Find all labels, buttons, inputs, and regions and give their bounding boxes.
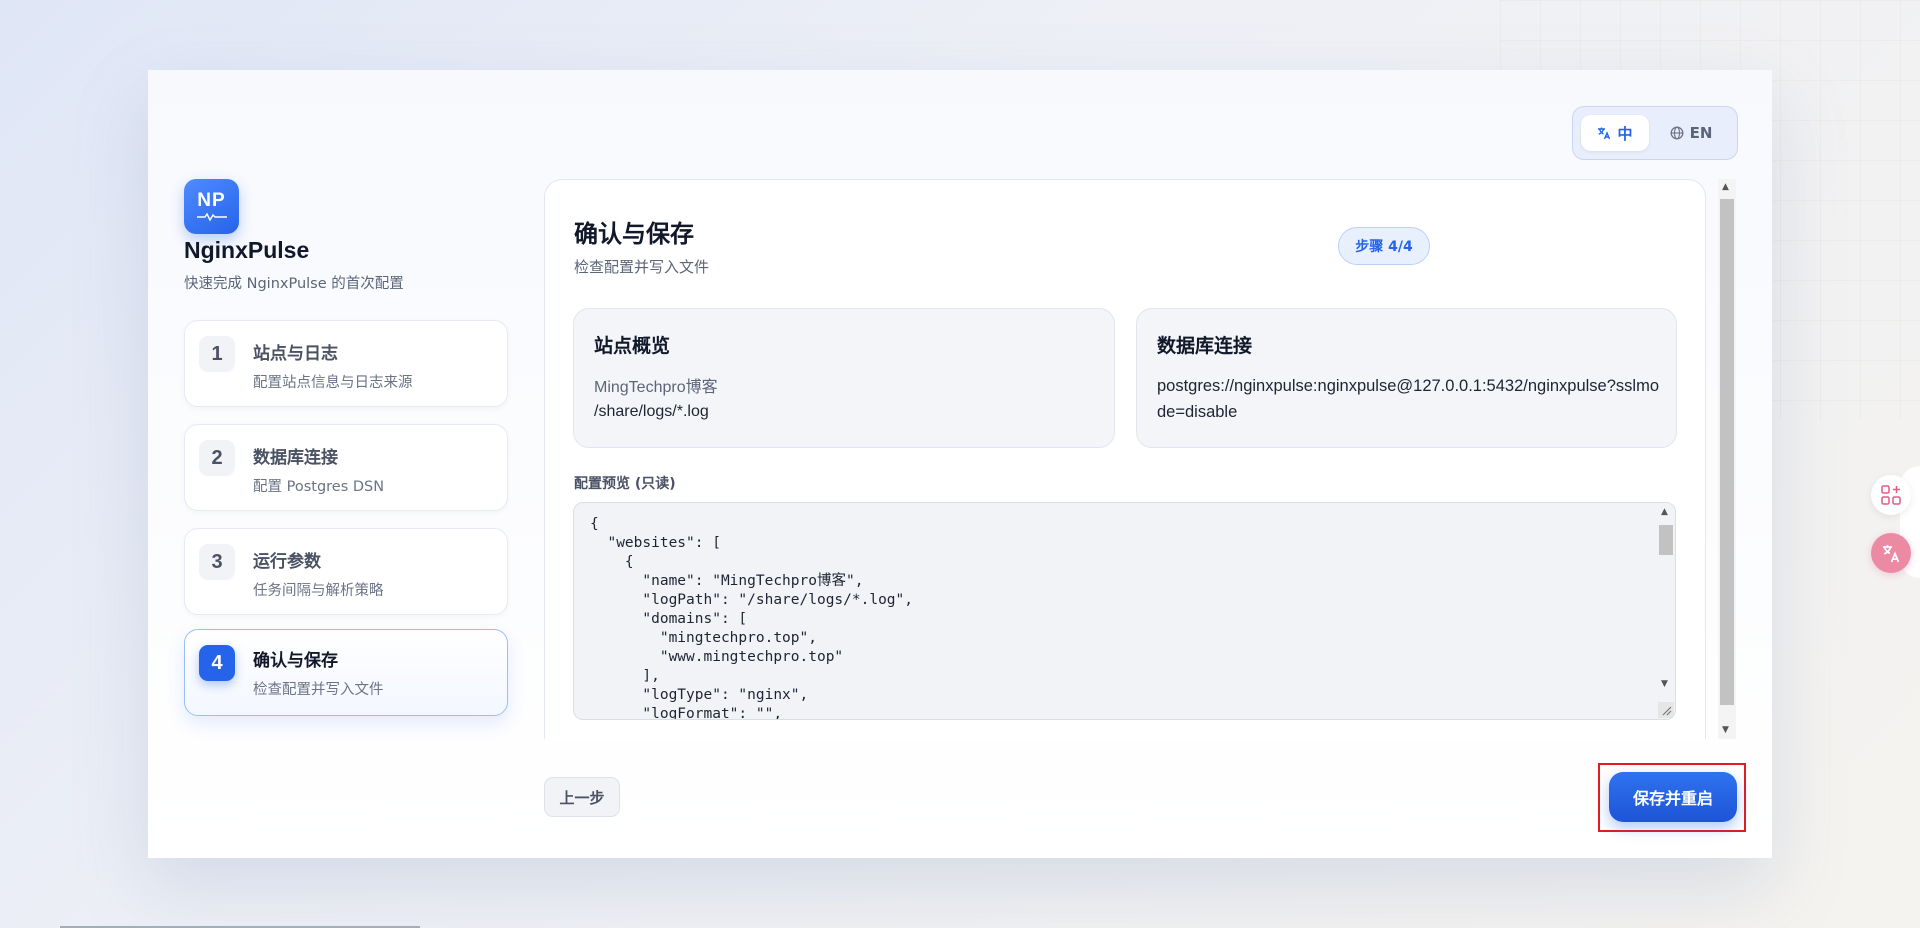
step-desc: 配置站点信息与日志来源 (253, 375, 413, 391)
globe-icon (1670, 126, 1684, 140)
step-badge: 步骤 4/4 (1338, 227, 1430, 265)
step-item-3[interactable]: 3 运行参数 任务间隔与解析策略 (184, 528, 508, 615)
site-name: MingTechpro博客 (594, 379, 718, 396)
step-title: 站点与日志 (253, 344, 338, 364)
preview-scrollbar[interactable]: ▲ ▼ (1657, 503, 1675, 719)
brand-logo: NP (184, 179, 239, 234)
page-subtitle: 检查配置并写入文件 (574, 258, 710, 276)
step-number: 4 (199, 645, 235, 681)
site-overview-title: 站点概览 (594, 335, 671, 357)
step-desc: 配置 Postgres DSN (253, 479, 385, 495)
save-restart-button[interactable]: 保存并重启 (1609, 772, 1737, 822)
main-scrollbar[interactable]: ▲ ▼ (1718, 179, 1736, 739)
log-path: /share/logs/*.log (594, 403, 709, 420)
scroll-down-arrow-icon[interactable]: ▼ (1722, 725, 1729, 735)
lang-en-label: EN (1689, 124, 1713, 142)
config-preview-label: 配置预览 (只读) (574, 476, 676, 492)
config-preview-textarea[interactable]: { "websites": [ { "name": "MingTechpro博客… (573, 502, 1676, 720)
step-desc: 任务间隔与解析策略 (253, 583, 384, 599)
brand-subtitle: 快速完成 NginxPulse 的首次配置 (184, 276, 404, 292)
pulse-icon (196, 212, 227, 221)
scroll-up-arrow-icon[interactable]: ▲ (1722, 182, 1729, 192)
preview-scroll-thumb[interactable] (1659, 525, 1673, 555)
step-desc: 检查配置并写入文件 (253, 682, 384, 698)
db-connection-title: 数据库连接 (1157, 335, 1253, 357)
db-dsn: postgres://nginxpulse:nginxpulse@127.0.0… (1157, 377, 1659, 421)
main-scroll-thumb[interactable] (1720, 199, 1734, 705)
apps-add-button[interactable] (1871, 475, 1911, 515)
step-title: 运行参数 (253, 552, 321, 572)
save-button-highlight: 保存并重启 (1598, 763, 1746, 832)
translate-icon (1883, 545, 1900, 563)
step-number: 2 (199, 440, 235, 476)
apps-add-icon (1881, 485, 1901, 505)
setup-wizard-window: 中 EN NP NginxPulse 快速完成 NginxPulse 的首次配置… (148, 70, 1772, 858)
config-preview-code: { "websites": [ { "name": "MingTechpro博客… (590, 516, 914, 720)
brand-name: NginxPulse (184, 237, 310, 263)
translate-button[interactable] (1871, 533, 1911, 573)
page-title: 确认与保存 (574, 220, 694, 248)
db-connection-card: 数据库连接 postgres://nginxpulse:nginxpulse@1… (1136, 308, 1677, 448)
translate-icon (1598, 127, 1611, 140)
resize-grip-icon[interactable] (1658, 702, 1674, 718)
lang-en-button[interactable]: EN (1655, 115, 1727, 151)
step-number: 1 (199, 336, 235, 372)
step-number: 3 (199, 544, 235, 580)
step-item-1[interactable]: 1 站点与日志 配置站点信息与日志来源 (184, 320, 508, 407)
prev-step-button[interactable]: 上一步 (544, 777, 620, 817)
scroll-down-arrow-icon[interactable]: ▼ (1661, 679, 1668, 689)
scroll-up-arrow-icon[interactable]: ▲ (1661, 507, 1668, 517)
step-item-2[interactable]: 2 数据库连接 配置 Postgres DSN (184, 424, 508, 511)
site-overview-card: 站点概览 MingTechpro博客 /share/logs/*.log (573, 308, 1115, 448)
language-switch: 中 EN (1572, 106, 1738, 160)
lang-zh-button[interactable]: 中 (1581, 115, 1649, 151)
lang-zh-label: 中 (1617, 124, 1633, 143)
brand-logo-text: NP (197, 189, 226, 211)
step-title: 确认与保存 (253, 651, 338, 671)
confirm-save-panel: 确认与保存 检查配置并写入文件 站点概览 MingTechpro博客 /shar… (544, 179, 1706, 739)
step-item-4[interactable]: 4 确认与保存 检查配置并写入文件 (184, 629, 508, 716)
step-title: 数据库连接 (253, 448, 338, 468)
